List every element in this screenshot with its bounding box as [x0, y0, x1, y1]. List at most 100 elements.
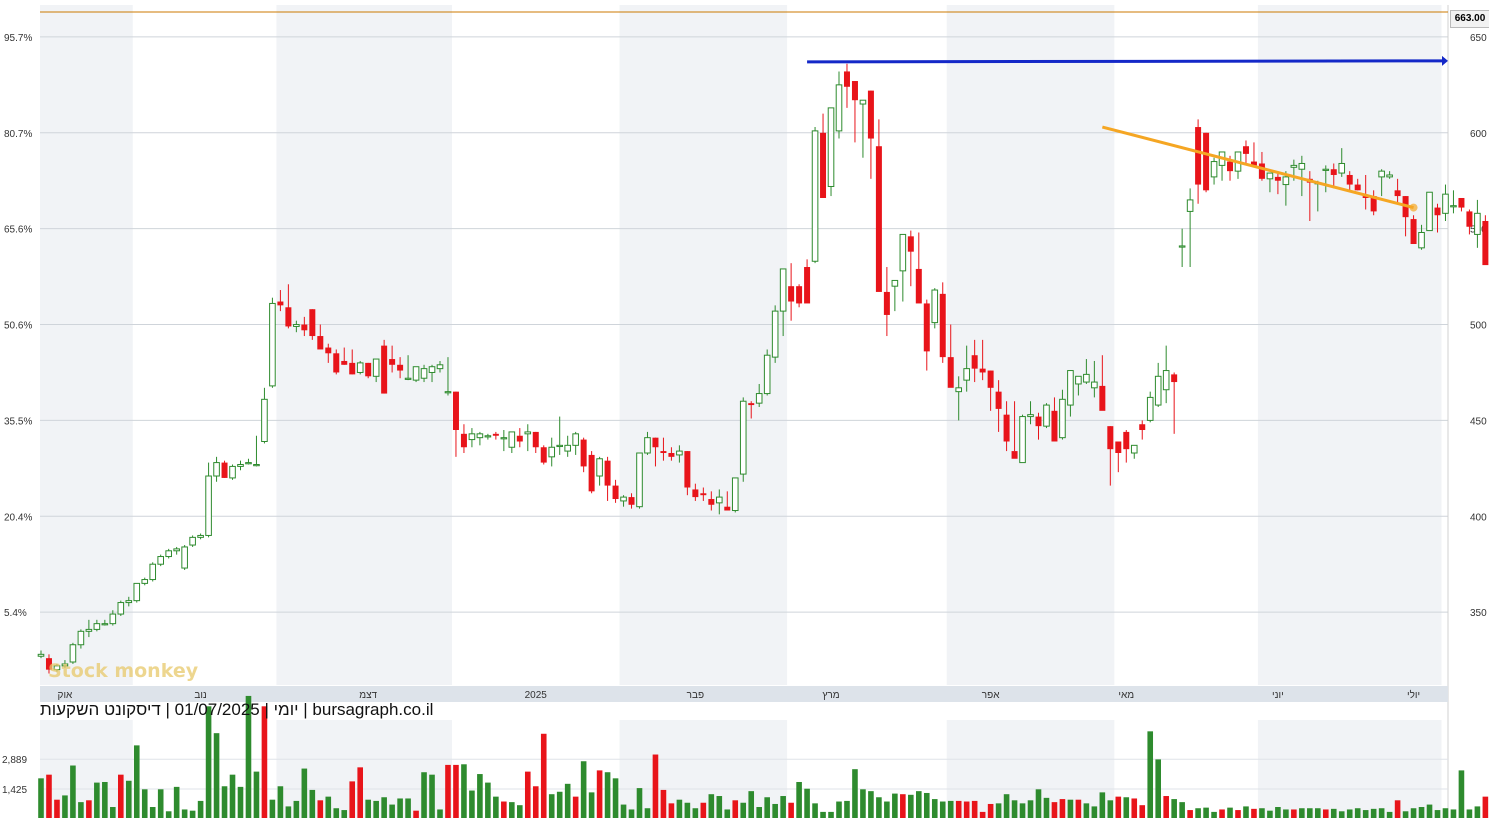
volume-bar: [1322, 809, 1329, 818]
candle-body: [1027, 414, 1034, 418]
candle-body: [349, 362, 356, 375]
candle-body: [612, 485, 619, 500]
candle-body: [341, 360, 348, 365]
volume-bar: [365, 799, 371, 818]
volume-bar: [38, 778, 44, 818]
volume-bar: [1370, 808, 1377, 818]
candle-body: [229, 465, 236, 479]
volume-bar: [764, 797, 770, 818]
month-band: [946, 5, 1115, 685]
volume-bar: [181, 809, 188, 818]
volume-bar: [868, 791, 874, 818]
month-band-volume: [1257, 720, 1442, 818]
volume-bar: [1099, 792, 1106, 818]
volume-bar: [540, 733, 547, 818]
volume-bar: [1315, 808, 1321, 818]
candle-body: [1019, 416, 1026, 464]
volume-bar: [1434, 810, 1441, 818]
candle-body: [173, 548, 180, 552]
candle-body: [460, 433, 467, 448]
volume-bar: [102, 781, 108, 818]
volume-bar: [1346, 809, 1353, 818]
volume-bar: [963, 801, 970, 818]
candle-body: [572, 433, 579, 446]
volume-bar: [381, 797, 387, 818]
volume-tick-label: 1,425: [2, 785, 27, 796]
candle-body: [1346, 174, 1353, 185]
candle-body: [1466, 211, 1473, 227]
percent-tick-label: 65.6%: [4, 225, 32, 236]
candle-body: [141, 579, 149, 584]
volume-bar: [604, 772, 611, 818]
candle-body: [468, 433, 476, 441]
candle-body: [1410, 219, 1417, 245]
candle-body: [748, 403, 755, 406]
volume-bar: [628, 809, 635, 818]
candle-body: [1003, 414, 1010, 442]
volume-bar: [1251, 808, 1257, 818]
candle-body: [1322, 168, 1330, 171]
month-band: [619, 5, 788, 685]
volume-bar: [947, 800, 954, 818]
candle-body: [763, 354, 771, 395]
candle-body: [1242, 146, 1249, 154]
candle-body: [420, 368, 428, 379]
candle-body: [261, 398, 268, 442]
volume-bar: [445, 764, 451, 818]
candle-body: [731, 477, 739, 512]
volume-bar: [349, 781, 356, 818]
candle-body: [1123, 431, 1130, 450]
candle-body: [237, 464, 244, 467]
candle-body: [971, 355, 978, 369]
candle-body: [1154, 375, 1162, 406]
candle-body: [1458, 197, 1465, 208]
volume-bar: [1179, 802, 1185, 818]
candle-body: [125, 600, 133, 604]
candle-body: [955, 387, 963, 393]
candle-body: [205, 475, 212, 536]
volume-bar: [1035, 789, 1042, 818]
volume-bar: [572, 796, 579, 818]
candle-body: [939, 293, 946, 358]
candle-body: [604, 460, 611, 486]
volume-bar: [1227, 807, 1233, 818]
candle-body: [804, 267, 811, 304]
volume-bar: [1091, 806, 1098, 818]
volume-bar: [748, 791, 755, 818]
candle-body: [1107, 426, 1114, 450]
volume-bar: [636, 788, 643, 818]
candle-body: [1035, 416, 1042, 427]
candle-body: [1178, 245, 1186, 248]
candle-body: [1067, 370, 1074, 406]
candle-body: [436, 364, 444, 370]
volume-bar: [46, 774, 52, 818]
volume-bar: [413, 810, 419, 818]
volume-bar: [1027, 800, 1034, 818]
month-band: [276, 5, 452, 685]
candlestick-chart: 3505.4%40020.4%45035.5%50050.6%55065.6%6…: [0, 0, 1489, 820]
candle-body: [636, 452, 643, 508]
volume-bar: [1011, 800, 1018, 818]
candle-body: [676, 450, 683, 456]
volume-bar: [668, 803, 675, 818]
volume-bar: [1362, 810, 1369, 818]
candle-body: [835, 84, 843, 132]
volume-bar: [684, 802, 691, 818]
volume-bar: [205, 706, 212, 818]
candle-body: [213, 462, 220, 477]
volume-bar: [437, 809, 443, 818]
volume-bar: [1299, 808, 1305, 818]
volume-bar: [237, 786, 244, 818]
price-tick-label: 600: [1470, 129, 1487, 140]
volume-bar: [908, 794, 914, 818]
volume-bar: [341, 810, 348, 818]
candle-body: [293, 324, 300, 327]
candle-body: [788, 286, 795, 302]
candle-body: [492, 433, 499, 436]
candle-body: [859, 99, 867, 105]
date-tick-label: מרץ: [822, 690, 839, 701]
candle-body: [739, 400, 747, 475]
candle-body: [987, 370, 994, 388]
candle-body: [1210, 161, 1218, 178]
volume-bar: [852, 769, 858, 818]
